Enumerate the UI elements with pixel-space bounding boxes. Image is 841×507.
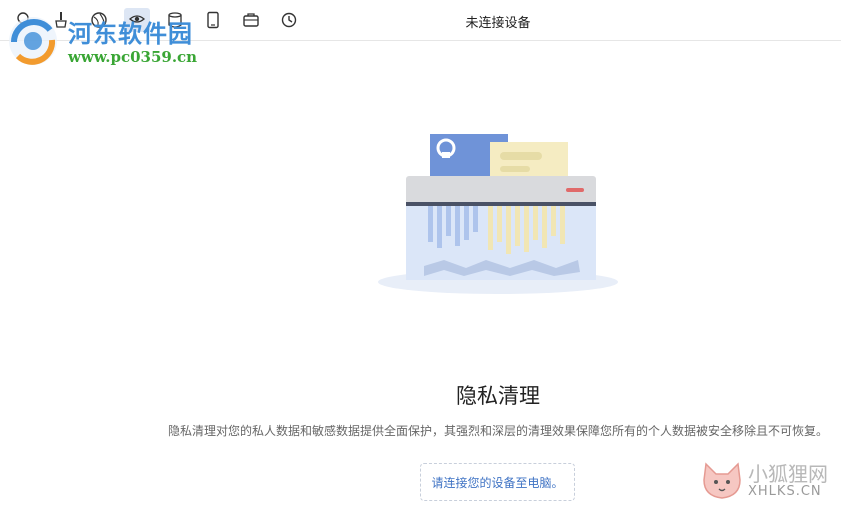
corner-watermark: 小狐狸网 XHLKS.CN	[700, 456, 840, 506]
shredder-illustration	[378, 134, 618, 294]
site-watermark: 河东软件园 www.pc0359.cn	[4, 4, 204, 68]
fox-logo-icon	[703, 462, 741, 499]
corner-watermark-en: XHLKS.CN	[748, 484, 822, 499]
watermark-logo-icon	[9, 17, 57, 65]
page-heading: 隐私清理	[456, 384, 540, 408]
corner-watermark-cn: 小狐狸网	[748, 462, 828, 486]
watermark-url: www.pc0359.cn	[68, 48, 198, 66]
watermark-title: 河东软件园	[68, 20, 193, 48]
connect-device-prompt: 请连接您的设备至电脑。	[420, 463, 575, 501]
feature-description: 隐私清理对您的私人数据和敏感数据提供全面保护，其强烈和深层的清理效果保障您所有的…	[167, 424, 828, 438]
